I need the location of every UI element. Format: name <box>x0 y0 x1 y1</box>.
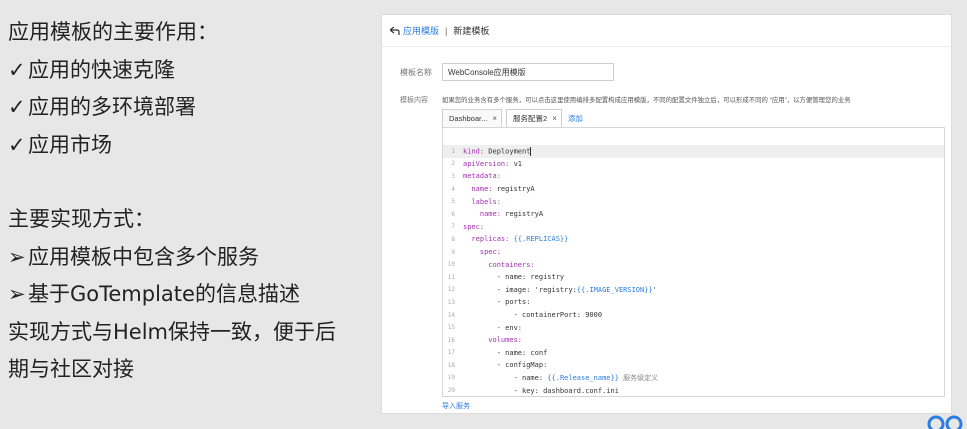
line-text: labels: <box>463 197 501 206</box>
note-line-2: 期与社区对接 <box>8 357 134 381</box>
back-link[interactable]: 应用模版 <box>390 24 439 37</box>
line-number: 9 <box>451 248 455 256</box>
code-lines: 1 kind: Deployment 2 apiVersion: v1 3 metadat… <box>443 145 944 396</box>
tab-service-config-2[interactable]: 服务配置2 × <box>506 109 562 127</box>
line-text: - name: conf <box>463 348 548 357</box>
section-title-implementation: 主要实现方式： <box>8 207 155 231</box>
line-number: 2 <box>451 160 455 168</box>
code-line: 5 labels: <box>443 195 944 208</box>
line-number: 20 <box>447 387 455 395</box>
line-number: 16 <box>447 336 455 344</box>
line-text: name: registryA <box>463 210 544 219</box>
code-line: 6 name: registryA <box>443 208 944 221</box>
code-line: 17 - name: conf <box>443 347 944 360</box>
line-number: 8 <box>451 235 455 243</box>
bullet-arrow-2: ➢ 基于GoTemplate的信息描述 <box>8 276 368 314</box>
code-line: 1 kind: Deployment <box>443 145 944 158</box>
template-name-row: 模板名称 WebConsole应用模版 <box>400 63 614 81</box>
line-text: apiVersion: v1 <box>463 159 523 168</box>
breadcrumb: 应用模版 | 新建模板 <box>382 15 951 47</box>
bullet-check-1: ✓ 应用的快速克隆 <box>8 52 368 90</box>
line-number: 1 <box>451 147 455 155</box>
line-text: - env: <box>463 323 523 332</box>
line-number: 15 <box>447 324 455 332</box>
line-text: volumes: <box>463 336 523 345</box>
import-service-link[interactable]: 导入服务 <box>442 401 470 411</box>
check-icon: ✓ <box>8 95 26 119</box>
line-text: - image: 'registry:{{.IMAGE_VERSION}}' <box>463 285 657 294</box>
code-line: 15 - env: <box>443 321 944 334</box>
add-tab-button[interactable]: 添加 <box>568 113 583 124</box>
close-icon[interactable]: × <box>492 114 497 123</box>
back-arrow-icon <box>390 26 400 35</box>
template-description: 如果您的业务含有多个服务，可以点击这里使用编排多配置构成应用模版，不同的配置文件… <box>442 97 851 104</box>
line-number: 13 <box>447 298 455 306</box>
code-line: 3 metadata: <box>443 170 944 183</box>
line-text: - configMap: <box>463 361 548 370</box>
line-number: 12 <box>447 286 455 294</box>
code-line: 11 - name: registry <box>443 271 944 284</box>
code-line: 10 containers: <box>443 258 944 271</box>
bullet-arrow-1: ➢ 应用模板中包含多个服务 <box>8 239 368 277</box>
line-number: 17 <box>447 349 455 357</box>
arrow-bullet-icon: ➢ <box>8 282 26 306</box>
code-line: 7 spec: <box>443 221 944 234</box>
code-line: 19 - name: {{.Release_name}} 服务级定义 <box>443 372 944 385</box>
line-text: spec: <box>463 222 485 231</box>
bullet-check-2: ✓ 应用的多环境部署 <box>8 89 368 127</box>
check-icon: ✓ <box>8 57 26 82</box>
line-text: - name: {{.Release_name}} 服务级定义 <box>463 373 659 382</box>
service-tabs: Dashboar... × 服务配置2 × 添加 <box>442 109 583 127</box>
note-line-1: 实现方式与Helm保持一致，便于后 <box>8 319 337 344</box>
line-text: - name: registry <box>463 273 565 282</box>
text-cursor <box>530 146 532 156</box>
line-number: 3 <box>451 172 455 180</box>
code-line: 16 volumes: <box>443 334 944 347</box>
line-text: name: registryA <box>463 185 535 194</box>
code-line: 2 apiVersion: v1 <box>443 158 944 171</box>
tab-dashboard[interactable]: Dashboar... × <box>442 109 503 127</box>
page-title: 新建模板 <box>453 26 490 36</box>
line-number: 10 <box>447 261 455 269</box>
code-line: 8 replicas: {{.REPLICAS}} <box>443 233 944 246</box>
code-line: 13 - ports: <box>443 296 944 309</box>
arrow-bullet-icon: ➢ <box>8 244 26 269</box>
line-text: - key: dashboard.conf.ini <box>463 386 619 395</box>
code-line: 9 spec: <box>443 246 944 259</box>
code-line: 18 - configMap: <box>443 359 944 372</box>
line-text: spec: <box>463 248 501 257</box>
line-number: 18 <box>447 361 455 369</box>
line-text: kind: Deployment <box>463 146 532 156</box>
code-line: 4 name: registryA <box>443 183 944 196</box>
code-editor[interactable]: 1 kind: Deployment 2 apiVersion: v1 3 metadat… <box>442 127 945 397</box>
close-icon[interactable]: × <box>552 114 557 123</box>
line-text: replicas: {{.REPLICAS}} <box>463 235 569 244</box>
line-number: 4 <box>451 185 455 193</box>
line-number: 5 <box>451 198 455 206</box>
section-title-purpose: 应用模板的主要作用： <box>8 20 218 44</box>
line-text: metadata: <box>463 172 501 181</box>
logo-icon <box>924 410 964 429</box>
line-number: 7 <box>451 223 455 231</box>
line-text: - containerPort: 9000 <box>463 311 603 320</box>
line-number: 11 <box>447 273 455 281</box>
breadcrumb-separator: | <box>445 25 448 36</box>
line-number: 6 <box>451 210 455 218</box>
slide-text: 应用模板的主要作用： ✓ 应用的快速克隆 ✓ 应用的多环境部署 ✓ 应用市场 主要实现… <box>8 14 368 389</box>
line-text: containers: <box>463 260 535 269</box>
line-number: 19 <box>447 374 455 382</box>
template-editor-panel: 应用模版 | 新建模板 模板名称 WebConsole应用模版 模板内容 如果您… <box>381 14 952 414</box>
line-number: 14 <box>447 311 455 319</box>
template-content-label: 模板内容 <box>400 97 428 104</box>
line-text: - ports: <box>463 298 531 307</box>
bullet-check-3: ✓ 应用市场 <box>8 127 368 165</box>
code-line: 20 - key: dashboard.conf.ini <box>443 384 944 396</box>
code-line: 14 - containerPort: 9000 <box>443 309 944 322</box>
code-line: 12 - image: 'registry:{{.IMAGE_VERSION}}… <box>443 284 944 297</box>
template-name-label: 模板名称 <box>400 67 432 77</box>
template-name-input[interactable]: WebConsole应用模版 <box>442 63 614 81</box>
check-icon: ✓ <box>8 132 26 157</box>
